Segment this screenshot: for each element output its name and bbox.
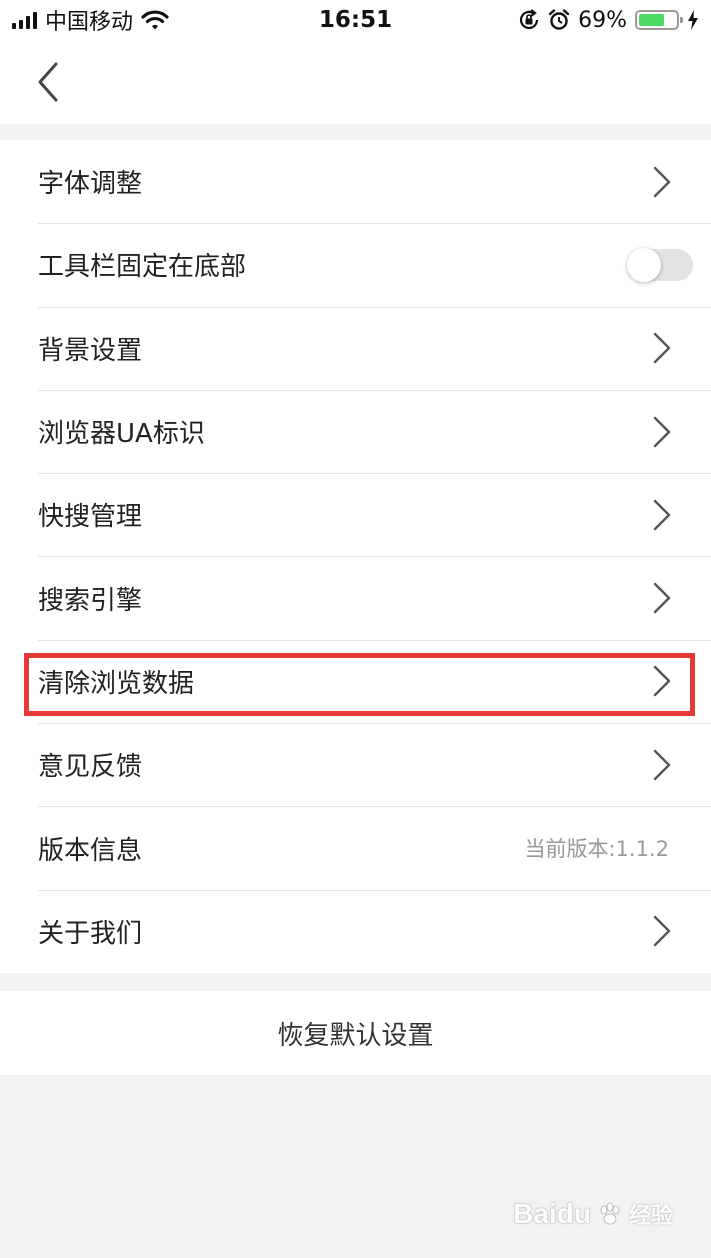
toggle-knob xyxy=(627,247,661,282)
reset-defaults-button[interactable]: 恢复默认设置 xyxy=(0,991,711,1075)
rotation-lock-icon xyxy=(520,9,539,29)
setting-label: 意见反馈 xyxy=(38,752,143,783)
setting-feedback[interactable]: 意见反馈 xyxy=(0,723,711,806)
setting-search-engine[interactable]: 搜索引擎 xyxy=(0,556,711,639)
status-bar-right: 69% xyxy=(518,0,699,40)
alarm-icon xyxy=(548,9,570,30)
chevron-left-icon xyxy=(38,62,58,102)
chevron-right-icon xyxy=(653,916,671,947)
setting-clear-browsing-data[interactable]: 清除浏览数据 xyxy=(0,639,711,723)
setting-about-us[interactable]: 关于我们 xyxy=(0,889,711,973)
chevron-right-icon xyxy=(653,166,671,197)
nav-bar xyxy=(0,40,711,124)
setting-font-size[interactable]: 字体调整 xyxy=(0,140,711,223)
setting-label: 快搜管理 xyxy=(38,502,143,533)
setting-label: 清除浏览数据 xyxy=(38,668,195,699)
charging-bolt-icon xyxy=(688,10,698,30)
setting-quick-search[interactable]: 快搜管理 xyxy=(0,473,711,556)
toolbar-bottom-toggle[interactable] xyxy=(627,247,693,282)
battery-level-fill xyxy=(639,14,664,26)
setting-user-agent[interactable]: 浏览器UA标识 xyxy=(0,389,711,473)
setting-label: 搜索引擎 xyxy=(38,585,143,616)
setting-label: 关于我们 xyxy=(38,918,143,949)
setting-label: 浏览器UA标识 xyxy=(38,419,205,450)
setting-toolbar-bottom: 工具栏固定在底部 xyxy=(0,223,711,306)
setting-label: 背景设置 xyxy=(38,335,143,366)
chevron-right-icon xyxy=(653,333,671,364)
chevron-right-icon xyxy=(653,416,671,447)
chevron-right-icon xyxy=(653,582,671,614)
settings-list: 字体调整 工具栏固定在底部 背景设置 浏览器UA标识 快搜管理 搜索引擎 清除浏… xyxy=(0,140,711,973)
battery-percent: 69% xyxy=(578,7,627,33)
battery-icon xyxy=(635,10,683,30)
baidu-jingyan-watermark: Baidu 经验 xyxy=(513,1198,673,1230)
chevron-right-icon xyxy=(653,749,671,780)
reset-defaults-label: 恢复默认设置 xyxy=(277,1020,434,1051)
watermark-suffix: 经验 xyxy=(628,1204,673,1229)
watermark-brand: Baidu xyxy=(513,1198,591,1229)
chevron-right-icon xyxy=(653,499,671,531)
paw-icon xyxy=(600,1202,620,1225)
setting-label: 工具栏固定在底部 xyxy=(38,252,247,283)
setting-label: 字体调整 xyxy=(38,169,143,200)
setting-background[interactable]: 背景设置 xyxy=(0,306,711,390)
setting-label: 版本信息 xyxy=(38,835,143,866)
setting-version-info: 版本信息 当前版本:1.1.2 xyxy=(0,806,711,889)
status-bar: 中国移动 16:51 69% xyxy=(0,0,711,40)
chevron-right-icon xyxy=(653,666,671,697)
back-button[interactable] xyxy=(24,56,76,108)
version-value: 当前版本:1.1.2 xyxy=(524,837,669,862)
